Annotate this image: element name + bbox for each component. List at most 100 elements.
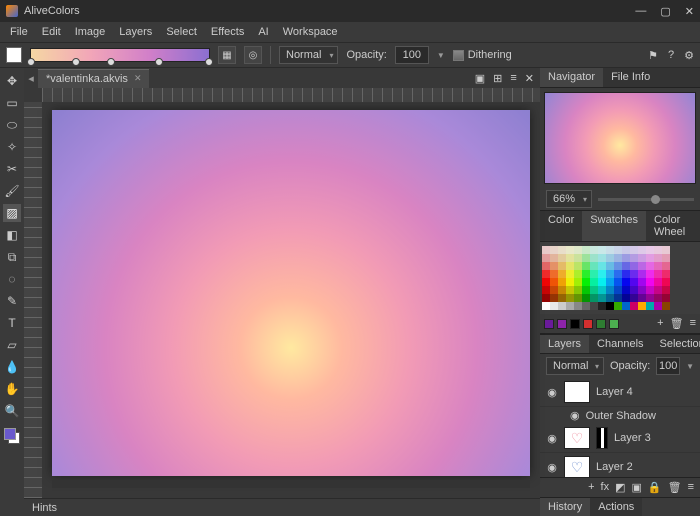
eraser-tool[interactable]: ◧ — [3, 226, 21, 244]
tab-swatches[interactable]: Swatches — [582, 211, 646, 241]
hand-tool[interactable]: ✋ — [3, 380, 21, 398]
marquee-tool[interactable]: ▭ — [3, 94, 21, 112]
zoom-slider[interactable] — [598, 198, 694, 201]
swatch-cell[interactable] — [622, 254, 630, 262]
swatch-cell[interactable] — [638, 278, 646, 286]
text-tool[interactable]: T — [3, 314, 21, 332]
swatch-cell[interactable] — [654, 286, 662, 294]
swatch-cell[interactable] — [598, 294, 606, 302]
swatch-cell[interactable] — [654, 302, 662, 310]
color-indicator[interactable] — [4, 428, 20, 444]
swatch-cell[interactable] — [542, 270, 550, 278]
tab-history[interactable]: History — [540, 498, 590, 516]
swatch-cell[interactable] — [654, 262, 662, 270]
swatch-menu-icon[interactable]: ≡ — [690, 317, 696, 330]
swatch-cell[interactable] — [590, 286, 598, 294]
swatch-cell[interactable] — [574, 294, 582, 302]
swatch-cell[interactable] — [550, 278, 558, 286]
tab-scroll-left-icon[interactable]: ◂ — [24, 72, 38, 85]
menu-workspace[interactable]: Workspace — [277, 24, 344, 40]
swatch-cell[interactable] — [638, 270, 646, 278]
swatch-cell[interactable] — [582, 254, 590, 262]
swatch-cell[interactable] — [622, 262, 630, 270]
swatch-cell[interactable] — [590, 294, 598, 302]
eyedropper-tool[interactable]: 💧 — [3, 358, 21, 376]
gradient-linear-icon[interactable]: ▦ — [218, 46, 236, 64]
doc-menu-icon[interactable]: ≡ — [510, 72, 516, 85]
gradient-editor[interactable] — [30, 48, 210, 62]
swatch-cell[interactable] — [566, 278, 574, 286]
swatch-cell[interactable] — [574, 246, 582, 254]
swatch-cell[interactable] — [542, 262, 550, 270]
swatch-cell[interactable] — [654, 278, 662, 286]
minimize-button[interactable]: — — [635, 5, 646, 18]
swatch-cell[interactable] — [558, 286, 566, 294]
swatch-cell[interactable] — [614, 294, 622, 302]
swatch-cell[interactable] — [630, 286, 638, 294]
gradient-tool[interactable]: ▨ — [3, 204, 21, 222]
swatch-cell[interactable] — [614, 286, 622, 294]
doc-grid-icon[interactable]: ⊞ — [493, 72, 502, 85]
swatch-cell[interactable] — [590, 262, 598, 270]
visibility-icon[interactable]: ◉ — [546, 461, 558, 474]
swatch-cell[interactable] — [550, 246, 558, 254]
layer-effect-row[interactable]: ◉ Outer Shadow — [540, 407, 700, 424]
maximize-button[interactable]: ▢ — [660, 5, 670, 18]
menu-edit[interactable]: Edit — [36, 24, 67, 40]
settings-icon[interactable]: ⚙ — [684, 49, 694, 62]
swatch-cell[interactable] — [614, 278, 622, 286]
swatch-cell[interactable] — [614, 270, 622, 278]
ruler-horizontal[interactable] — [42, 88, 540, 102]
layer-opacity-field[interactable]: 100 — [656, 357, 680, 375]
swatch-cell[interactable] — [598, 278, 606, 286]
layer-blend-combo[interactable]: Normal — [546, 357, 604, 375]
swatch-cell[interactable] — [622, 294, 630, 302]
swatch-cell[interactable] — [582, 294, 590, 302]
swatch-cell[interactable] — [558, 294, 566, 302]
recent-swatch[interactable] — [596, 319, 606, 329]
blur-tool[interactable]: ◌ — [3, 270, 21, 288]
swatch-cell[interactable] — [558, 270, 566, 278]
swatch-cell[interactable] — [582, 262, 590, 270]
swatch-cell[interactable] — [622, 286, 630, 294]
swatch-cell[interactable] — [606, 278, 614, 286]
zoom-combo[interactable]: 66% — [546, 190, 592, 208]
swatch-cell[interactable] — [566, 262, 574, 270]
add-swatch-icon[interactable]: + — [657, 317, 663, 330]
swatch-cell[interactable] — [606, 286, 614, 294]
menu-file[interactable]: File — [4, 24, 34, 40]
swatch-cell[interactable] — [566, 294, 574, 302]
layer-row[interactable]: ◉ Layer 4 — [540, 378, 700, 407]
swatch-cell[interactable] — [630, 246, 638, 254]
zoom-tool[interactable]: 🔍 — [3, 402, 21, 420]
swatch-cell[interactable] — [630, 302, 638, 310]
swatch-cell[interactable] — [662, 262, 670, 270]
swatch-cell[interactable] — [566, 302, 574, 310]
new-layer-icon[interactable]: + — [588, 481, 594, 494]
swatch-cell[interactable] — [614, 254, 622, 262]
swatch-cell[interactable] — [638, 286, 646, 294]
swatch-cell[interactable] — [574, 278, 582, 286]
swatch-cell[interactable] — [630, 294, 638, 302]
swatch-cell[interactable] — [550, 270, 558, 278]
delete-layer-icon[interactable]: 🗑 — [668, 481, 682, 494]
tab-navigator[interactable]: Navigator — [540, 68, 603, 87]
tab-channels[interactable]: Channels — [589, 335, 651, 353]
recent-swatch[interactable] — [570, 319, 580, 329]
swatch-cell[interactable] — [638, 302, 646, 310]
visibility-icon[interactable]: ◉ — [546, 386, 558, 399]
menu-select[interactable]: Select — [160, 24, 203, 40]
layer-row[interactable]: ◉ ♡ Layer 3 — [540, 424, 700, 453]
swatch-cell[interactable] — [598, 270, 606, 278]
swatch-cell[interactable] — [614, 262, 622, 270]
menu-layers[interactable]: Layers — [113, 24, 158, 40]
swatch-cell[interactable] — [550, 302, 558, 310]
tab-selections[interactable]: Selections — [652, 335, 700, 353]
doc-close-icon[interactable]: ✕ — [525, 72, 534, 85]
recent-swatch[interactable] — [583, 319, 593, 329]
foreground-swatch[interactable] — [6, 47, 22, 63]
swatch-cell[interactable] — [590, 302, 598, 310]
swatch-cell[interactable] — [606, 294, 614, 302]
swatch-cell[interactable] — [614, 302, 622, 310]
swatch-cell[interactable] — [646, 254, 654, 262]
